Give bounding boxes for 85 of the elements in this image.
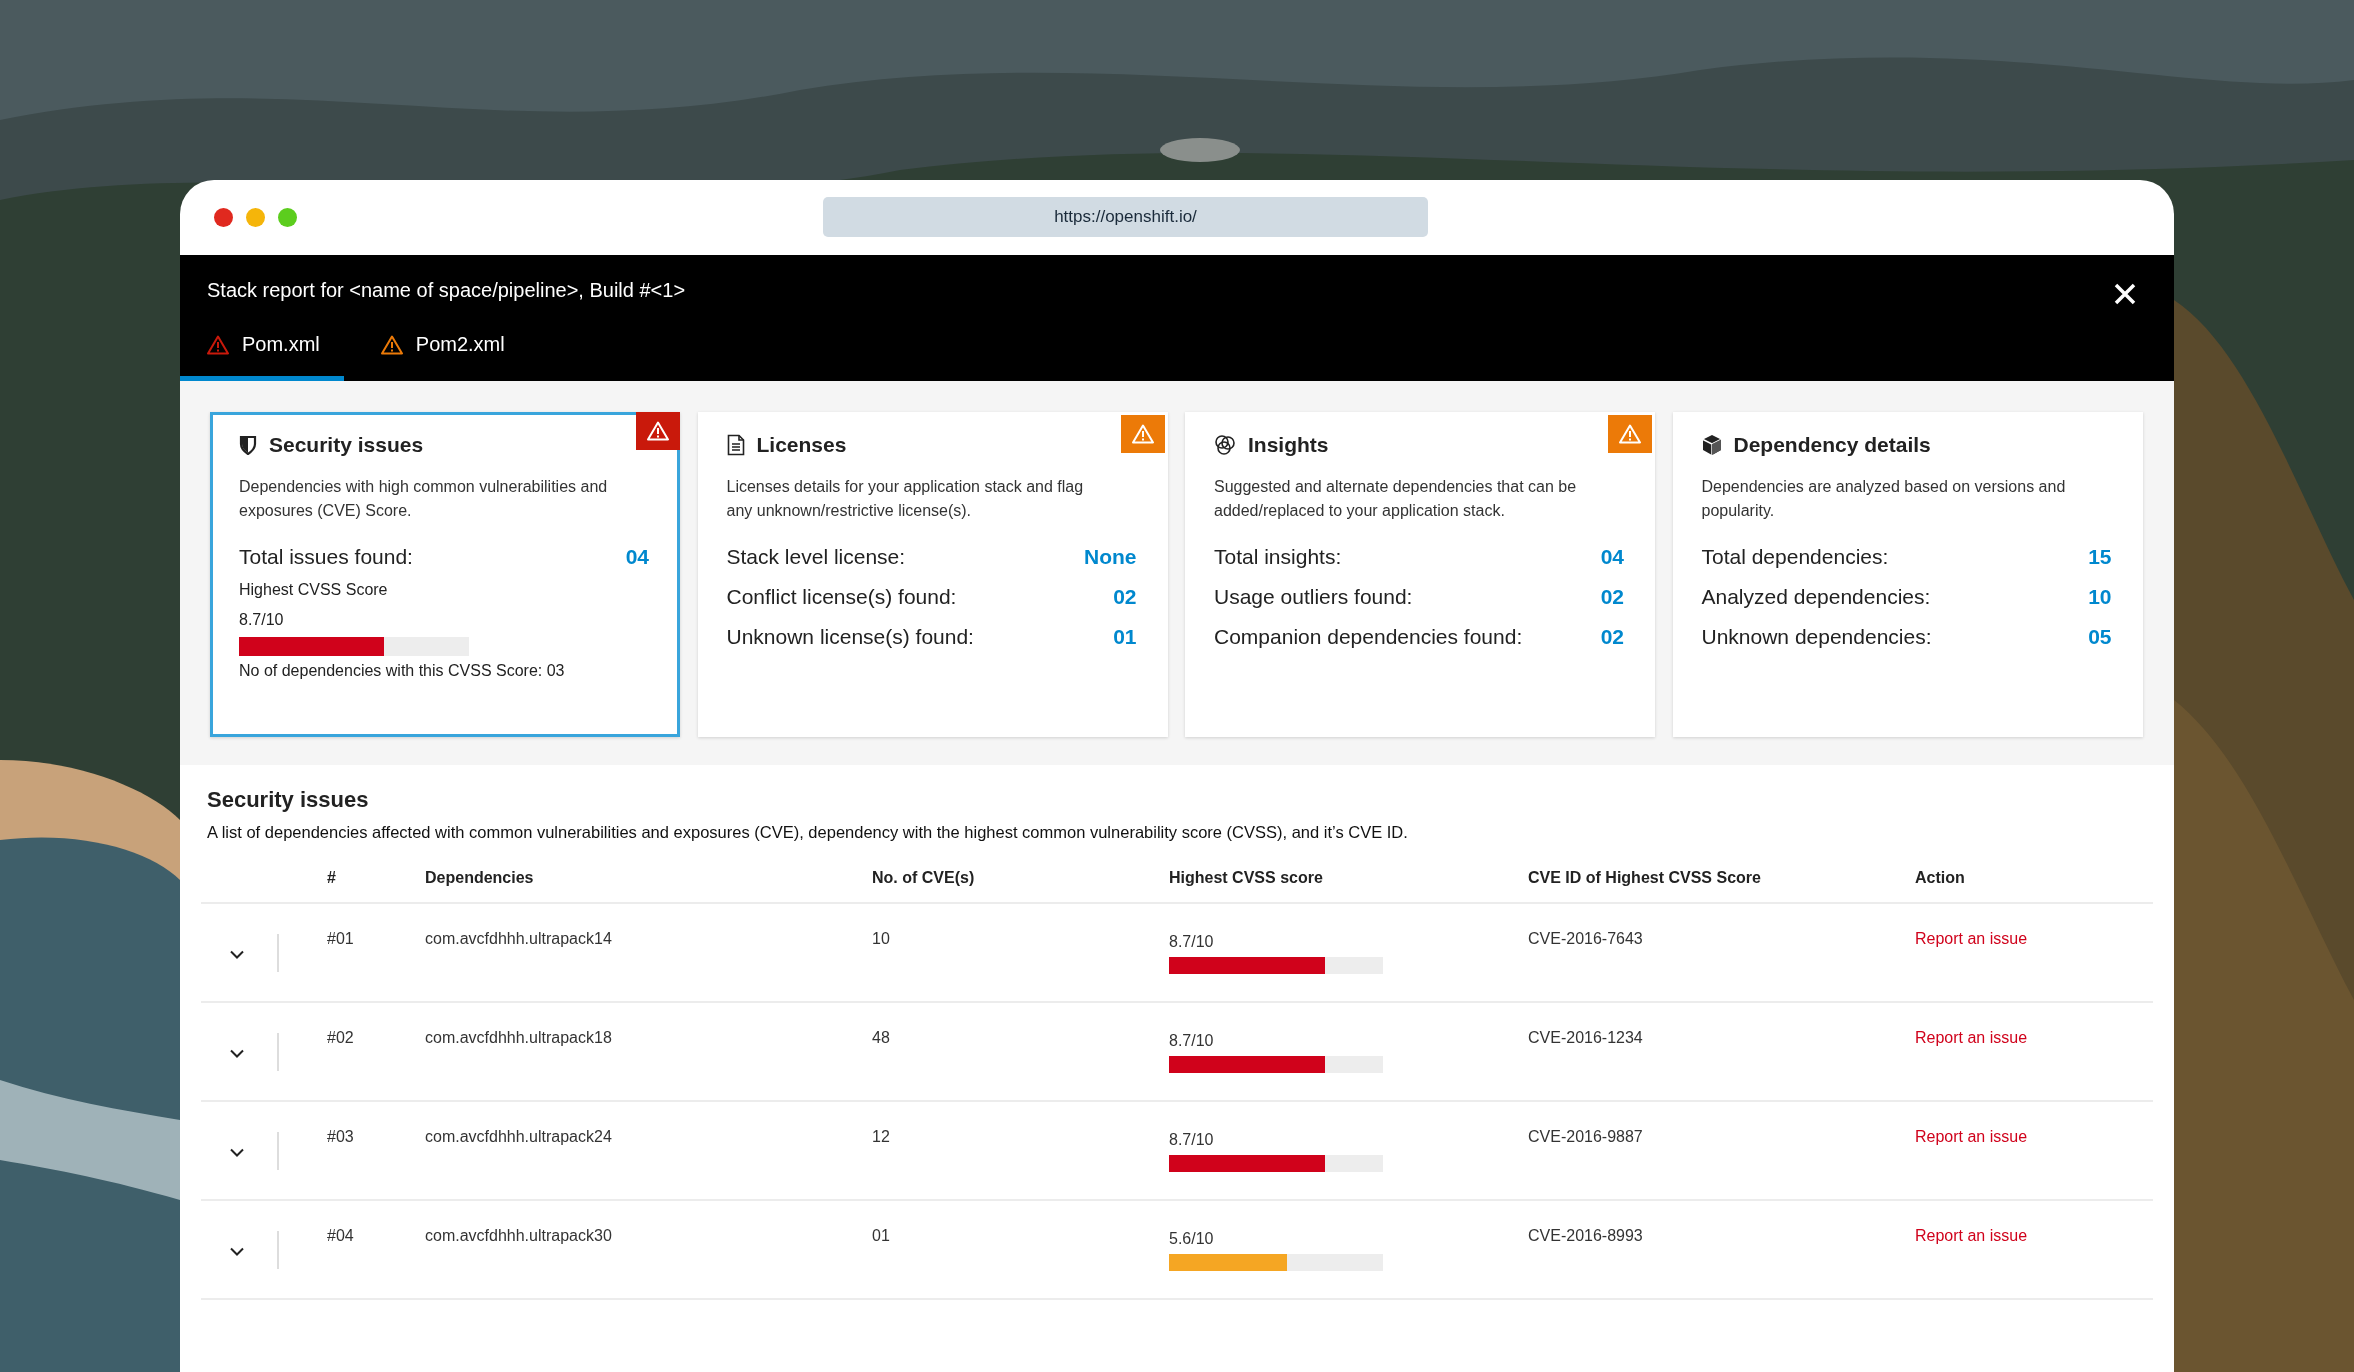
report-title: Stack report for <name of space/pipeline>, Build #<1> bbox=[207, 279, 686, 302]
stat-value: 15 bbox=[2088, 545, 2112, 569]
card-description: Dependencies are analyzed based on versions and popularity. bbox=[1701, 477, 2067, 521]
minimize-window-dot-icon[interactable] bbox=[246, 208, 265, 227]
card-title: Licenses bbox=[756, 433, 847, 457]
cve-id: CVE-2016-7643 bbox=[1528, 930, 1643, 947]
stat-label: Analyzed dependencies: bbox=[1701, 585, 1931, 609]
dependency-name: com.avcfdhhh.ultrapack24 bbox=[425, 1128, 612, 1145]
cvss-score: 8.7/10 bbox=[1169, 1032, 1214, 1049]
section-title: Security issues bbox=[207, 787, 370, 813]
stat-value: None bbox=[1084, 545, 1137, 569]
card-description: Dependencies with high common vulnerabilities and exposures (CVE) Score. bbox=[239, 477, 609, 521]
stat-value: 02 bbox=[1600, 585, 1624, 609]
row-number: #04 bbox=[327, 1227, 354, 1244]
file-tab[interactable]: Pom2.xml bbox=[353, 327, 529, 381]
stat-value: 04 bbox=[1600, 545, 1624, 569]
shield-icon bbox=[239, 435, 257, 455]
row-number: #01 bbox=[327, 930, 354, 947]
cvss-score: 5.6/10 bbox=[1169, 1230, 1214, 1247]
stat-value: 02 bbox=[1113, 585, 1137, 609]
dependency-name: com.avcfdhhh.ultrapack30 bbox=[425, 1227, 612, 1244]
cve-count: 10 bbox=[872, 930, 890, 947]
stat-value: 04 bbox=[625, 545, 649, 569]
column-header: Dependencies bbox=[425, 869, 534, 886]
cve-id: CVE-2016-1234 bbox=[1528, 1029, 1643, 1046]
stat-label: Usage outliers found: bbox=[1214, 585, 1413, 609]
column-header: CVE ID of Highest CVSS Score bbox=[1528, 869, 1761, 886]
stat-value: 02 bbox=[1600, 625, 1624, 649]
stat-label: Companion dependencies found: bbox=[1214, 625, 1523, 649]
stat-label: Unknown license(s) found: bbox=[726, 625, 974, 649]
summary-card[interactable]: Dependency details Dependencies are analyzed based on versions and popularity. Total dependencies: 15 Analyzed dependencies: 10 Unknown dependencies: 05 bbox=[1672, 412, 2143, 737]
column-header: Action bbox=[1915, 869, 1965, 886]
cvss-score: 8.7/10 bbox=[1169, 933, 1214, 950]
cvss-label: Highest CVSS Score bbox=[239, 581, 389, 599]
cvss-note: No of dependencies with this CVSS Score: 03 bbox=[239, 662, 566, 680]
row-number: #02 bbox=[327, 1029, 354, 1046]
close-window-dot-icon[interactable] bbox=[214, 208, 233, 227]
circles-icon bbox=[1214, 434, 1236, 456]
warning-icon bbox=[1131, 424, 1154, 444]
cve-id: CVE-2016-8993 bbox=[1528, 1227, 1643, 1244]
stat-label: Total issues found: bbox=[239, 545, 413, 569]
summary-card[interactable]: Insights Suggested and alternate dependencies that can be added/replaced to your application stack. Total insights: 04 Usage outliers found: 02 Companion dependencies found: 02 bbox=[1185, 412, 1655, 737]
cvss-score: 8.7/10 bbox=[1169, 1131, 1214, 1148]
card-title: Security issues bbox=[269, 433, 424, 457]
report-issue-link[interactable]: Report an issue bbox=[1915, 930, 2028, 947]
column-header: No. of CVE(s) bbox=[872, 869, 975, 886]
column-header: # bbox=[327, 869, 336, 886]
summary-card[interactable]: Licenses Licenses details for your application stack and flag any unknown/restrictive license(s). Stack level license: None Conflict license(s) found: 02 Unknown license(s) found: 01 bbox=[697, 412, 1168, 737]
stat-label: Unknown dependencies: bbox=[1701, 625, 1932, 649]
document-icon bbox=[726, 434, 745, 456]
stat-label: Stack level license: bbox=[726, 545, 906, 569]
stat-value: 05 bbox=[2088, 625, 2112, 649]
stat-label: Total dependencies: bbox=[1701, 545, 1889, 569]
card-title: Insights bbox=[1248, 433, 1329, 457]
card-description: Licenses details for your application stack and flag any unknown/restrictive license(s). bbox=[726, 477, 1085, 521]
chevron-icon bbox=[230, 1048, 244, 1058]
card-title: Dependency details bbox=[1733, 433, 1931, 457]
report-issue-link[interactable]: Report an issue bbox=[1915, 1227, 2028, 1244]
report-issue-link[interactable]: Report an issue bbox=[1915, 1128, 2028, 1145]
cve-count: 48 bbox=[872, 1029, 890, 1046]
cvss-score: 8.7/10 bbox=[239, 611, 285, 629]
chevron-icon bbox=[230, 1147, 244, 1157]
column-header: Highest CVSS score bbox=[1169, 869, 1323, 886]
row-number: #03 bbox=[327, 1128, 354, 1145]
stat-label: Total insights: bbox=[1214, 545, 1342, 569]
card-description: Suggested and alternate dependencies that can be added/replaced to your application stack. bbox=[1214, 477, 1578, 521]
dependency-name: com.avcfdhhh.ultrapack14 bbox=[425, 930, 612, 947]
cve-id: CVE-2016-9887 bbox=[1528, 1128, 1643, 1145]
stat-value: 01 bbox=[1113, 625, 1137, 649]
cube-icon bbox=[1701, 434, 1722, 456]
stat-value: 10 bbox=[2088, 585, 2112, 609]
section-description: A list of dependencies affected with common vulnerabilities and exposures (CVE), dependency with the highest common vulnerability score (CVSS), and it’s CVE ID. bbox=[207, 823, 1409, 842]
warning-icon bbox=[647, 421, 669, 441]
chevron-icon bbox=[230, 949, 244, 959]
maximize-window-dot-icon[interactable] bbox=[278, 208, 297, 227]
warning-icon bbox=[1619, 424, 1641, 444]
cve-count: 12 bbox=[872, 1128, 890, 1145]
stat-label: Conflict license(s) found: bbox=[726, 585, 957, 609]
chevron-icon bbox=[230, 1246, 244, 1256]
summary-card[interactable]: Security issues Dependencies with high common vulnerabilities and exposures (CVE) Score. Total issues found: 04 Highest CVSS Score 8.7/10 No of dependencies with this CVSS Score: 03 bbox=[210, 412, 680, 737]
address-bar[interactable]: https://openshift.io/ bbox=[823, 197, 1428, 237]
cve-count: 01 bbox=[872, 1227, 890, 1244]
close-icon bbox=[2114, 283, 2136, 305]
report-issue-link[interactable]: Report an issue bbox=[1915, 1029, 2028, 1046]
dependency-name: com.avcfdhhh.ultrapack18 bbox=[425, 1029, 612, 1046]
